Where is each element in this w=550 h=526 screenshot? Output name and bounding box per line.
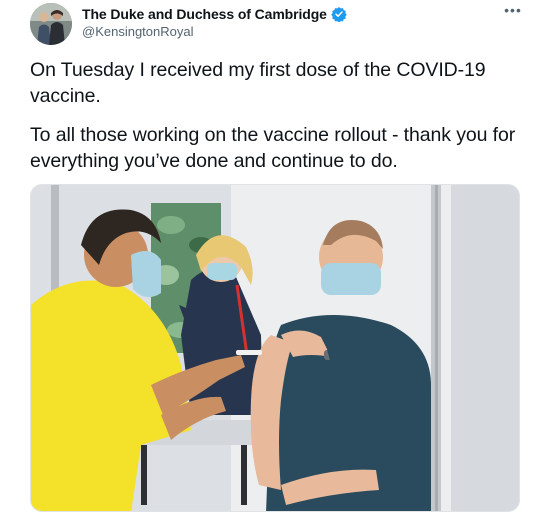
verified-badge-icon bbox=[331, 6, 347, 23]
tweet: The Duke and Duchess of Cambridge @Kensi… bbox=[0, 0, 550, 526]
profile-avatar[interactable] bbox=[30, 3, 72, 45]
avatar-image bbox=[30, 3, 72, 45]
tweet-photo[interactable] bbox=[30, 184, 520, 512]
tweet-paragraph: On Tuesday I received my first dose of t… bbox=[30, 59, 486, 107]
tweet-paragraph: To all those working on the vaccine roll… bbox=[30, 124, 516, 172]
tweet-text: On Tuesday I received my first dose of t… bbox=[30, 57, 530, 174]
display-name[interactable]: The Duke and Duchess of Cambridge bbox=[82, 6, 327, 22]
more-options-icon[interactable]: ••• bbox=[501, 1, 525, 19]
author-name-row: The Duke and Duchess of Cambridge bbox=[82, 5, 347, 23]
vaccination-photo bbox=[31, 185, 519, 511]
author-handle[interactable]: @KensingtonRoyal bbox=[82, 24, 193, 39]
